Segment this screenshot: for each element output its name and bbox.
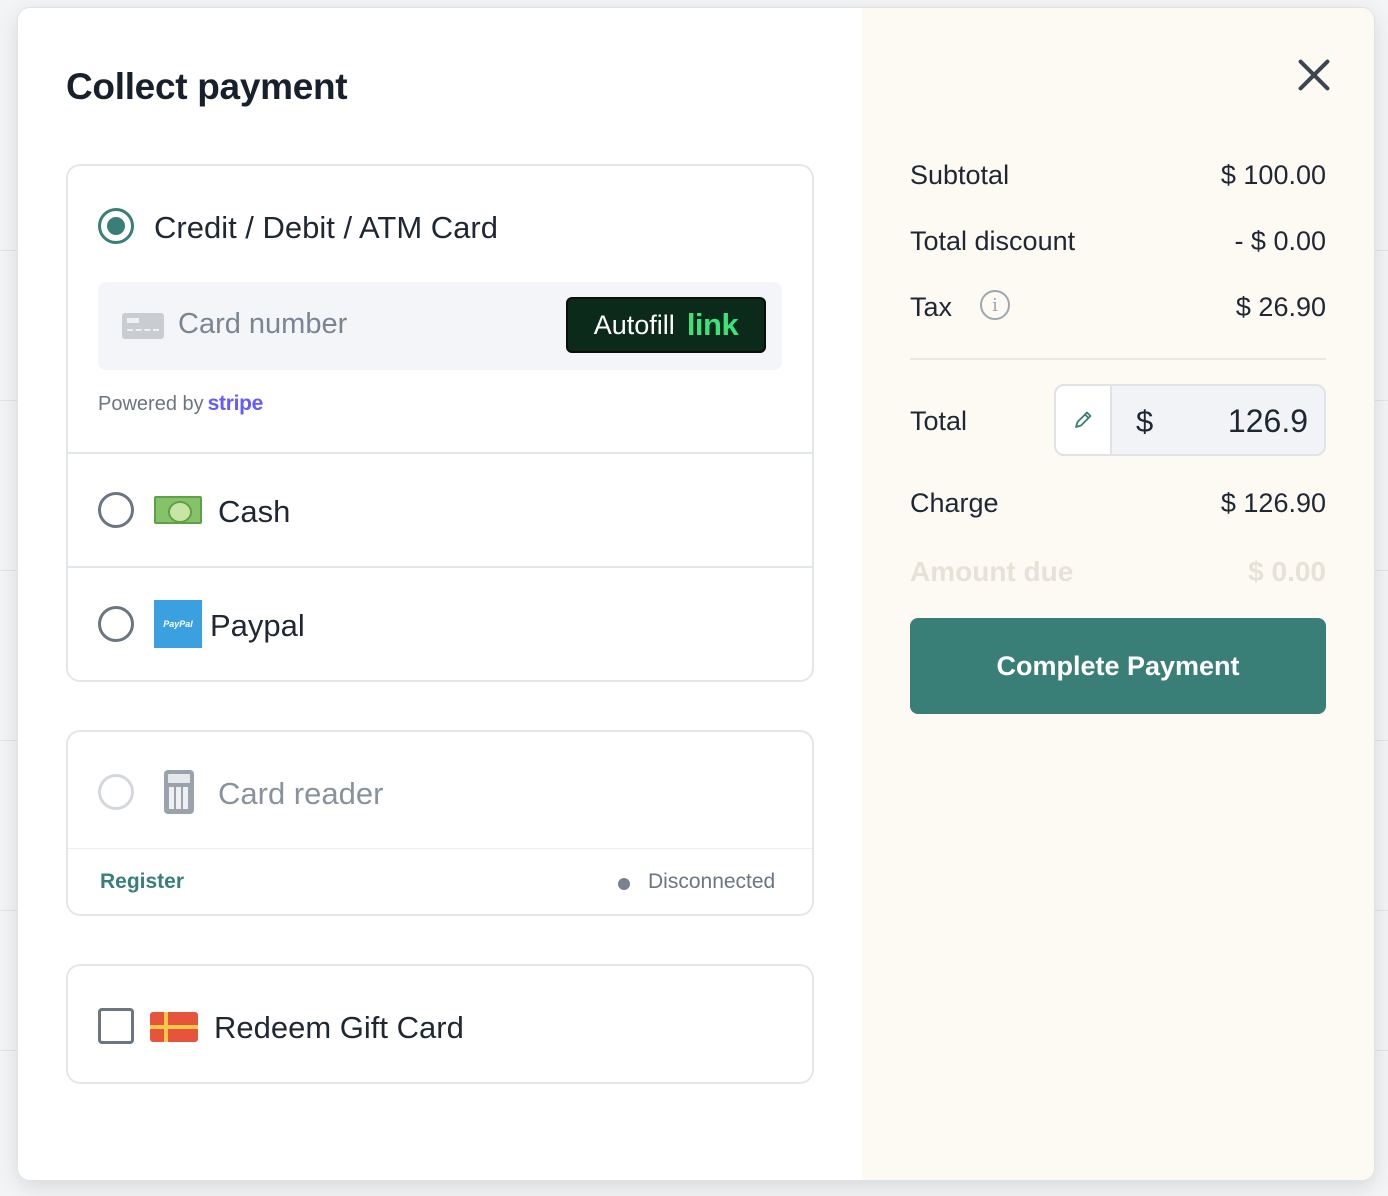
close-icon[interactable] [1292, 52, 1336, 96]
register-link[interactable]: Register [100, 870, 184, 894]
paypal-option-label: Paypal [210, 608, 305, 643]
collect-payment-modal: Collect payment Credit / Debit / ATM Car… [18, 8, 1374, 1180]
card-reader-icon [164, 770, 194, 814]
status-dot [618, 878, 630, 890]
card-number-field[interactable]: Card number Autofill link [98, 282, 782, 370]
card-radio[interactable] [98, 208, 134, 244]
charge-value: $ 126.90 [1220, 488, 1326, 518]
info-icon[interactable]: i [980, 290, 1010, 320]
summary-divider [910, 358, 1326, 360]
powered-by-stripe: Powered by stripe [98, 392, 263, 416]
charge-label: Charge [910, 488, 999, 518]
card-icon [122, 313, 164, 339]
card-reader-radio[interactable] [98, 774, 134, 810]
payment-summary-panel: Subtotal $ 100.00 Total discount - $ 0.0… [862, 8, 1374, 1180]
cash-option-label: Cash [218, 494, 291, 529]
tax-value: $ 26.90 [1235, 292, 1326, 322]
payment-methods-panel: Collect payment Credit / Debit / ATM Car… [18, 8, 862, 1180]
autofill-link-button[interactable]: Autofill link [566, 297, 766, 353]
amount-due-value: $ 0.00 [1248, 556, 1326, 587]
total-label: Total [910, 406, 968, 436]
subtotal-label: Subtotal [910, 160, 1010, 190]
card-reader-label: Card reader [218, 776, 384, 811]
gift-card-icon [150, 1012, 198, 1042]
paypal-icon: PayPal [154, 600, 202, 648]
subtotal-value: $ 100.00 [1220, 160, 1326, 190]
option-divider [68, 848, 812, 849]
total-amount-input: $ 126.9 [1054, 384, 1326, 456]
link-logo: link [686, 307, 739, 342]
option-divider [68, 566, 812, 568]
stripe-logo: stripe [207, 392, 264, 415]
reader-status: Disconnected [648, 870, 776, 893]
currency-symbol: $ [1136, 404, 1154, 439]
gift-card-card: Redeem Gift Card [66, 964, 814, 1084]
cash-icon [154, 496, 202, 524]
complete-payment-button[interactable]: Complete Payment [910, 618, 1326, 714]
total-value: 126.9 [1227, 403, 1308, 439]
discount-label: Total discount [910, 226, 1076, 256]
total-field[interactable]: $ 126.9 [1112, 386, 1324, 454]
edit-total-button[interactable] [1056, 386, 1112, 454]
powered-by-label: Powered by [98, 393, 204, 415]
card-reader-card: Card reader Register Disconnected [66, 730, 814, 916]
option-divider [68, 452, 812, 454]
payment-methods-card: Credit / Debit / ATM Card Card number Au… [66, 164, 814, 682]
amount-due-label: Amount due [910, 556, 1074, 587]
autofill-label: Autofill [593, 309, 675, 340]
paypal-radio[interactable] [98, 606, 134, 642]
gift-card-checkbox[interactable] [98, 1008, 134, 1044]
card-option-label: Credit / Debit / ATM Card [154, 210, 498, 245]
pencil-icon [1075, 411, 1092, 428]
tax-label: Tax [910, 292, 953, 322]
card-number-placeholder: Card number [178, 308, 348, 340]
gift-card-label: Redeem Gift Card [214, 1010, 464, 1045]
cash-radio[interactable] [98, 492, 134, 528]
page-title: Collect payment [66, 66, 348, 107]
discount-value: - $ 0.00 [1234, 226, 1326, 256]
